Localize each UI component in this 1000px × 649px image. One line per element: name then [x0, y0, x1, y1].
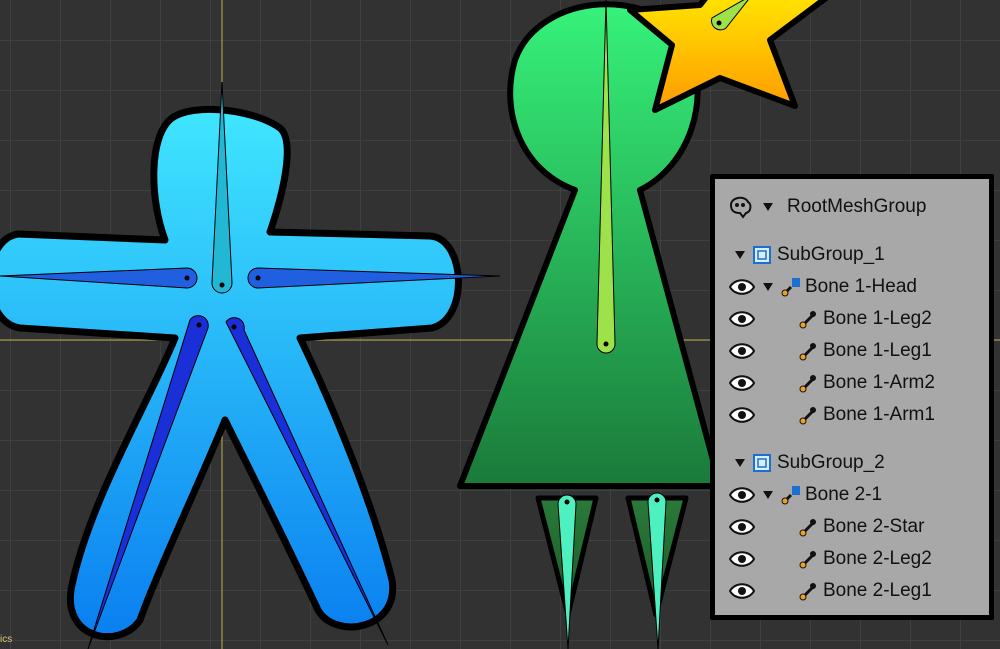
- outliner-bone-row[interactable]: Bone 2-Leg1: [715, 577, 932, 605]
- outliner-bone-row[interactable]: Bone 1-Head: [715, 273, 917, 301]
- bone-icon: [781, 277, 801, 297]
- outliner-bone-row[interactable]: Bone 1-Arm2: [715, 369, 935, 397]
- eye-visibility-icon[interactable]: [729, 517, 757, 537]
- outliner-bone-label: Bone 1-Arm2: [823, 372, 935, 393]
- outliner-bone-label: Bone 2-Leg1: [823, 580, 932, 601]
- mesh-group-icon: [753, 246, 771, 264]
- eye-visibility-icon[interactable]: [729, 309, 757, 329]
- chevron-down-icon[interactable]: [735, 459, 745, 467]
- chevron-down-icon[interactable]: [763, 491, 773, 499]
- outliner-panel: RootMeshGroup SubGroup_1 Bone 1-Head Bon…: [710, 174, 994, 620]
- bone-icon: [781, 485, 801, 505]
- bone-icon: [799, 341, 819, 361]
- outliner-bone-label: Bone 2-1: [805, 484, 883, 505]
- outliner-bone-row[interactable]: Bone 2-Leg2: [715, 545, 932, 573]
- outliner-bone-row[interactable]: Bone 1-Leg2: [715, 305, 932, 333]
- outliner-group-row[interactable]: SubGroup_2: [735, 449, 885, 477]
- outliner-bone-row[interactable]: Bone 2-1: [715, 481, 882, 509]
- outliner-root-label: RootMeshGroup: [787, 196, 927, 217]
- outliner-bone-label: Bone 1-Arm1: [823, 404, 935, 425]
- outliner-bone-row[interactable]: Bone 2-Star: [715, 513, 924, 541]
- eye-visibility-icon[interactable]: [729, 405, 757, 425]
- outliner-bone-label: Bone 1-Head: [805, 276, 917, 297]
- outliner-bone-label: Bone 2-Leg2: [823, 548, 932, 569]
- eye-visibility-icon[interactable]: [729, 485, 757, 505]
- bone-icon: [799, 309, 819, 329]
- chevron-down-icon[interactable]: [763, 203, 773, 211]
- outliner-root-row[interactable]: RootMeshGroup: [727, 193, 926, 221]
- eye-visibility-icon[interactable]: [729, 277, 757, 297]
- bone-icon: [799, 581, 819, 601]
- outliner-bone-label: Bone 1-Leg1: [823, 340, 932, 361]
- eye-visibility-icon[interactable]: [729, 341, 757, 361]
- chevron-down-icon[interactable]: [735, 251, 745, 259]
- outliner-bone-label: Bone 1-Leg2: [823, 308, 932, 329]
- eye-visibility-icon[interactable]: [729, 549, 757, 569]
- mesh-group-icon: [753, 454, 771, 472]
- outliner-bone-row[interactable]: Bone 1-Leg1: [715, 337, 932, 365]
- viewport-corner-label: ics: [0, 634, 13, 645]
- bone-icon: [799, 405, 819, 425]
- outliner-bone-label: Bone 2-Star: [823, 516, 925, 537]
- blue-figure-mesh[interactable]: [0, 105, 462, 641]
- eye-visibility-icon[interactable]: [729, 581, 757, 601]
- ghost-visibility-icon[interactable]: [727, 195, 753, 219]
- outliner-group-label: SubGroup_2: [777, 452, 885, 473]
- bone-icon: [799, 373, 819, 393]
- bone-icon: [799, 517, 819, 537]
- outliner-group-label: SubGroup_1: [777, 244, 885, 265]
- eye-visibility-icon[interactable]: [729, 373, 757, 393]
- outliner-bone-row[interactable]: Bone 1-Arm1: [715, 401, 935, 429]
- bone-icon: [799, 549, 819, 569]
- outliner-group-row[interactable]: SubGroup_1: [735, 241, 885, 269]
- chevron-down-icon[interactable]: [763, 283, 773, 291]
